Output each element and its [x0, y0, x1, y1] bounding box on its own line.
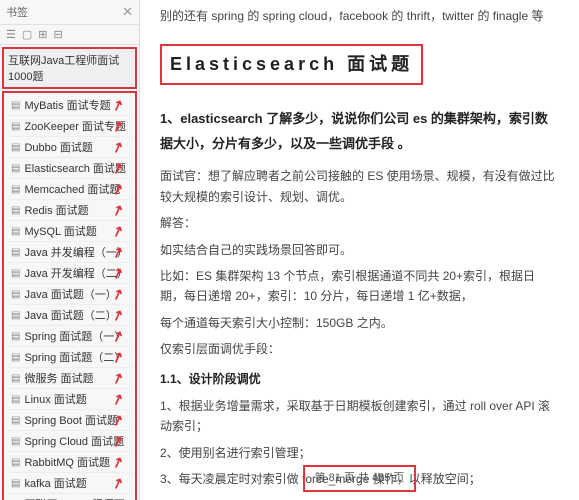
bookmark-item[interactable]: ▤Spring 面试题（一）↗ — [7, 326, 132, 347]
sidebar-title: 书签 — [6, 4, 28, 20]
root-bookmark[interactable]: 互联网Java工程师面试1000题 — [2, 47, 137, 89]
arrow-annotation-icon: ↗ — [110, 452, 127, 472]
answer-line-2: 比如：ES 集群架构 13 个节点，索引根据通道不同共 20+索引，根据日期，每… — [160, 266, 559, 307]
document-icon: ▤ — [11, 163, 20, 174]
document-icon: ▤ — [11, 100, 20, 111]
bookmark-label: MySQL 面试题 — [24, 223, 96, 239]
section-title: Elasticsearch 面试题 — [160, 44, 423, 85]
bookmark-label: 互联网Java工程师面试题 — [24, 496, 128, 500]
bookmark-item[interactable]: ▤Spring Cloud 面试题↗ — [7, 431, 132, 452]
bookmark-label: 微服务 面试题 — [24, 370, 93, 386]
bookmark-item[interactable]: ▤ MySQL 面试题 ↗ — [7, 221, 132, 242]
bookmark-label: RabbitMQ 面试题 — [24, 454, 110, 470]
bookmark-item[interactable]: ▤ZooKeeper 面试专题↗ — [7, 116, 132, 137]
document-icon: ▤ — [11, 184, 20, 195]
only-layer-note: 仅索引层面调优手段： — [160, 339, 559, 359]
arrow-annotation-icon: ↗ — [110, 95, 127, 115]
arrow-annotation-icon: ↗ — [110, 221, 127, 241]
question-1-title: 1、elasticsearch 了解多少，说说你们公司 es 的集群架构，索引数… — [160, 107, 559, 156]
bookmark-item[interactable]: ▤Java 面试题（二）↗ — [7, 305, 132, 326]
document-icon: ▤ — [11, 394, 20, 405]
bookmark-label: Dubbo 面试题 — [24, 139, 92, 155]
bookmark-item[interactable]: ▤ 微服务 面试题 ↗ — [7, 368, 132, 389]
bookmark-item[interactable]: ▤ kafka 面试题 ↗ — [7, 473, 132, 494]
answer-line-1: 如实结合自己的实践场景回答即可。 — [160, 240, 559, 260]
square-icon[interactable]: ▢ — [22, 28, 32, 41]
bookmark-label: Redis 面试题 — [24, 202, 88, 218]
page-footer: 第 81 页 共 485 页 — [303, 465, 417, 492]
bookmark-item[interactable]: ▤ RabbitMQ 面试题↗ — [7, 452, 132, 473]
bookmark-item[interactable]: ▤ Redis 面试题 ↗ — [7, 200, 132, 221]
bookmark-item[interactable]: ▤Java 开发编程（二）↗ — [7, 263, 132, 284]
bookmark-label: kafka 面试题 — [24, 475, 86, 491]
bookmark-item[interactable]: ▤Elasticsearch 面试题↗ — [7, 158, 132, 179]
document-icon: ▤ — [11, 247, 20, 258]
point-2: 2、使用别名进行索引管理； — [160, 443, 559, 463]
bookmarks-sidebar: 书签 ✕ ☰ ▢ ⊞ ⊟ 互联网Java工程师面试1000题 ▤ MyBatis … — [0, 0, 140, 500]
bookmark-item[interactable]: ▤ MyBatis 面试专题↗ — [7, 95, 132, 116]
expand-icon[interactable]: ⊞ — [38, 28, 47, 41]
document-icon: ▤ — [11, 436, 20, 447]
point-1: 1、根据业务增量需求，采取基于日期模板创建索引，通过 roll over API… — [160, 396, 559, 437]
answer-label: 解答： — [160, 213, 559, 233]
arrow-annotation-icon: ↗ — [110, 368, 127, 388]
arrow-annotation-icon: ↗ — [110, 389, 127, 409]
sidebar-toolbar: ☰ ▢ ⊞ ⊟ — [0, 25, 139, 45]
collapse-icon[interactable]: ⊟ — [54, 28, 63, 41]
document-icon: ▤ — [11, 373, 20, 384]
bookmark-item[interactable]: ▤Java 并发编程（一）↗ — [7, 242, 132, 263]
arrow-annotation-icon: ↗ — [110, 473, 127, 493]
bookmark-label: MyBatis 面试专题 — [24, 97, 110, 113]
list-icon[interactable]: ☰ — [6, 28, 16, 41]
document-icon: ▤ — [11, 331, 20, 342]
bookmark-item[interactable]: ▤互联网Java工程师面试题↗ — [7, 494, 132, 500]
bookmark-list-container: ▤MyBatis 面试专题↗▤ZooKeeper 面试专题↗▤Dubbo 面试题… — [2, 91, 137, 500]
bookmark-item[interactable]: ▤Spring 面试题（二）↗ — [7, 347, 132, 368]
bookmark-label: Java 面试题（一） — [24, 286, 116, 302]
interviewer-note: 面试官：想了解应聘者之前公司接触的 ES 使用场景、规模，有没有做过比较大规模的… — [160, 166, 559, 207]
document-icon: ▤ — [11, 226, 20, 237]
document-content: 别的还有 spring 的 spring cloud，facebook 的 th… — [140, 0, 579, 500]
bookmark-item[interactable]: ▤Memcached 面试题↗ — [7, 179, 132, 200]
document-icon: ▤ — [11, 415, 20, 426]
bookmark-label: Spring Boot 面试题 — [24, 412, 118, 428]
bookmark-item[interactable]: ▤Java 面试题（一）↗ — [7, 284, 132, 305]
document-icon: ▤ — [11, 457, 20, 468]
bookmark-item[interactable]: ▤Spring Boot 面试题↗ — [7, 410, 132, 431]
arrow-annotation-icon: ↗ — [110, 137, 127, 157]
bookmark-item[interactable]: ▤ Dubbo 面试题 ↗ — [7, 137, 132, 158]
document-icon: ▤ — [11, 310, 20, 321]
arrow-annotation-icon: ↗ — [110, 200, 127, 220]
bookmark-label: Memcached 面试题 — [24, 181, 120, 197]
subheading-1-1: 1.1、设计阶段调优 — [160, 369, 559, 389]
document-icon: ▤ — [11, 478, 20, 489]
bookmark-item[interactable]: ▤ Linux 面试题 ↗ — [7, 389, 132, 410]
close-icon[interactable]: ✕ — [122, 4, 133, 20]
document-icon: ▤ — [11, 205, 20, 216]
sidebar-header: 书签 ✕ — [0, 0, 139, 25]
document-icon: ▤ — [11, 121, 20, 132]
bookmark-label: Java 面试题（二） — [24, 307, 116, 323]
bookmark-label: Linux 面试题 — [24, 391, 86, 407]
document-icon: ▤ — [11, 352, 20, 363]
intro-para: 别的还有 spring 的 spring cloud，facebook 的 th… — [160, 6, 559, 26]
answer-line-3: 每个通道每天索引大小控制：150GB 之内。 — [160, 313, 559, 333]
document-icon: ▤ — [11, 268, 20, 279]
document-icon: ▤ — [11, 289, 20, 300]
document-icon: ▤ — [11, 142, 20, 153]
